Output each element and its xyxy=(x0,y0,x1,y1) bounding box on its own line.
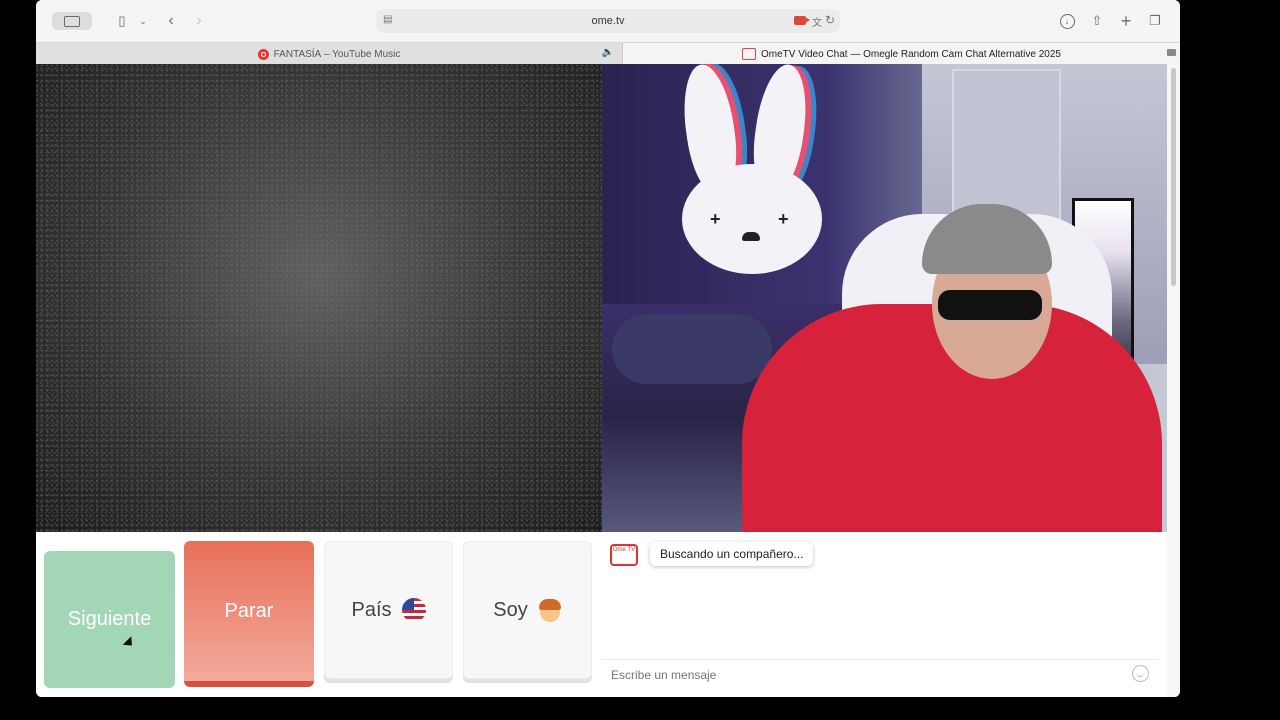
message-input[interactable] xyxy=(602,659,1159,689)
tab-ometv[interactable]: OmeTV Video Chat — Omegle Random Cam Cha… xyxy=(623,43,1180,65)
chat-panel: Ome TV Buscando un compañero... xyxy=(602,532,1159,692)
reload-icon[interactable]: ↻ xyxy=(825,13,835,27)
country-button[interactable]: País xyxy=(324,541,453,679)
share-icon[interactable]: ⇧ xyxy=(1088,10,1106,32)
address-bar[interactable]: ▤ ome.tv 文 ↻ xyxy=(376,9,840,33)
country-label: País xyxy=(351,598,392,621)
browser-window: ▯ ⌄ ‹ › ▤ ome.tv 文 ↻ ↓ ⇧ + ❐ FANTASÍA – … xyxy=(36,0,1180,697)
forward-icon[interactable]: › xyxy=(192,10,206,32)
tab-overview-icon[interactable]: ❐ xyxy=(1146,10,1164,32)
tab-youtube-music[interactable]: FANTASÍA – YouTube Music 🔈 xyxy=(36,43,623,65)
browser-toolbar: ▯ ⌄ ‹ › ▤ ome.tv 文 ↻ ↓ ⇧ + ❐ xyxy=(36,0,1180,42)
scrollbar-thumb[interactable] xyxy=(1171,68,1176,286)
gender-label: Soy xyxy=(493,598,528,621)
gender-button[interactable]: Soy xyxy=(463,541,592,679)
stop-label: Parar xyxy=(224,599,274,622)
tab-bar: FANTASÍA – YouTube Music 🔈 OmeTV Video C… xyxy=(36,42,1180,65)
tab-title: FANTASÍA xyxy=(273,48,322,60)
tab-subtitle: – YouTube Music xyxy=(324,48,401,60)
speaker-icon[interactable]: 🔈 xyxy=(602,47,614,58)
bunny-wall-art: + + xyxy=(677,64,822,279)
remote-video: + + xyxy=(602,64,1167,532)
mouse-cursor-icon xyxy=(122,636,137,650)
bunny-mouth xyxy=(742,232,760,241)
page-scrollbar[interactable] xyxy=(1167,64,1180,697)
next-button[interactable]: Siguiente xyxy=(44,551,175,688)
stop-button[interactable]: Parar xyxy=(184,541,314,687)
url-text: ome.tv xyxy=(591,15,625,27)
next-label: Siguiente xyxy=(67,608,152,630)
back-icon[interactable]: ‹ xyxy=(164,10,178,32)
chevron-down-icon[interactable]: ⌄ xyxy=(138,10,148,32)
us-flag-icon xyxy=(401,598,426,622)
bunny-head xyxy=(682,164,822,274)
camera-in-use-icon[interactable] xyxy=(794,16,810,25)
bunny-eye: + xyxy=(778,209,789,229)
page-content: + + Siguiente Parar País Soy Ome TV Busc… xyxy=(36,64,1180,697)
new-tab-icon[interactable]: + xyxy=(1117,10,1135,32)
emoji-icon[interactable] xyxy=(1132,665,1149,682)
tab-title: OmeTV Video Chat — Omegle Random Cam Cha… xyxy=(761,48,1061,60)
boy-emoji-icon xyxy=(538,598,562,622)
video-noise xyxy=(36,64,602,532)
person-sunglasses xyxy=(938,290,1042,320)
bunny-eye: + xyxy=(710,209,721,229)
window-pill-button[interactable] xyxy=(52,12,92,30)
chat-controls: Siguiente Parar País Soy xyxy=(36,532,602,697)
ometv-favicon xyxy=(742,48,757,60)
translate-icon[interactable]: 文 xyxy=(812,14,822,29)
camera-icon[interactable] xyxy=(1167,49,1176,56)
window-icon xyxy=(64,15,80,27)
ometv-logo: Ome TV xyxy=(610,544,638,566)
youtube-music-icon xyxy=(257,48,269,60)
room-pillow xyxy=(612,314,772,384)
download-icon[interactable]: ↓ xyxy=(1058,10,1076,32)
status-message: Buscando un compañero... xyxy=(650,542,814,566)
sidebar-icon[interactable]: ▯ xyxy=(114,10,130,32)
local-video-static xyxy=(36,64,602,532)
